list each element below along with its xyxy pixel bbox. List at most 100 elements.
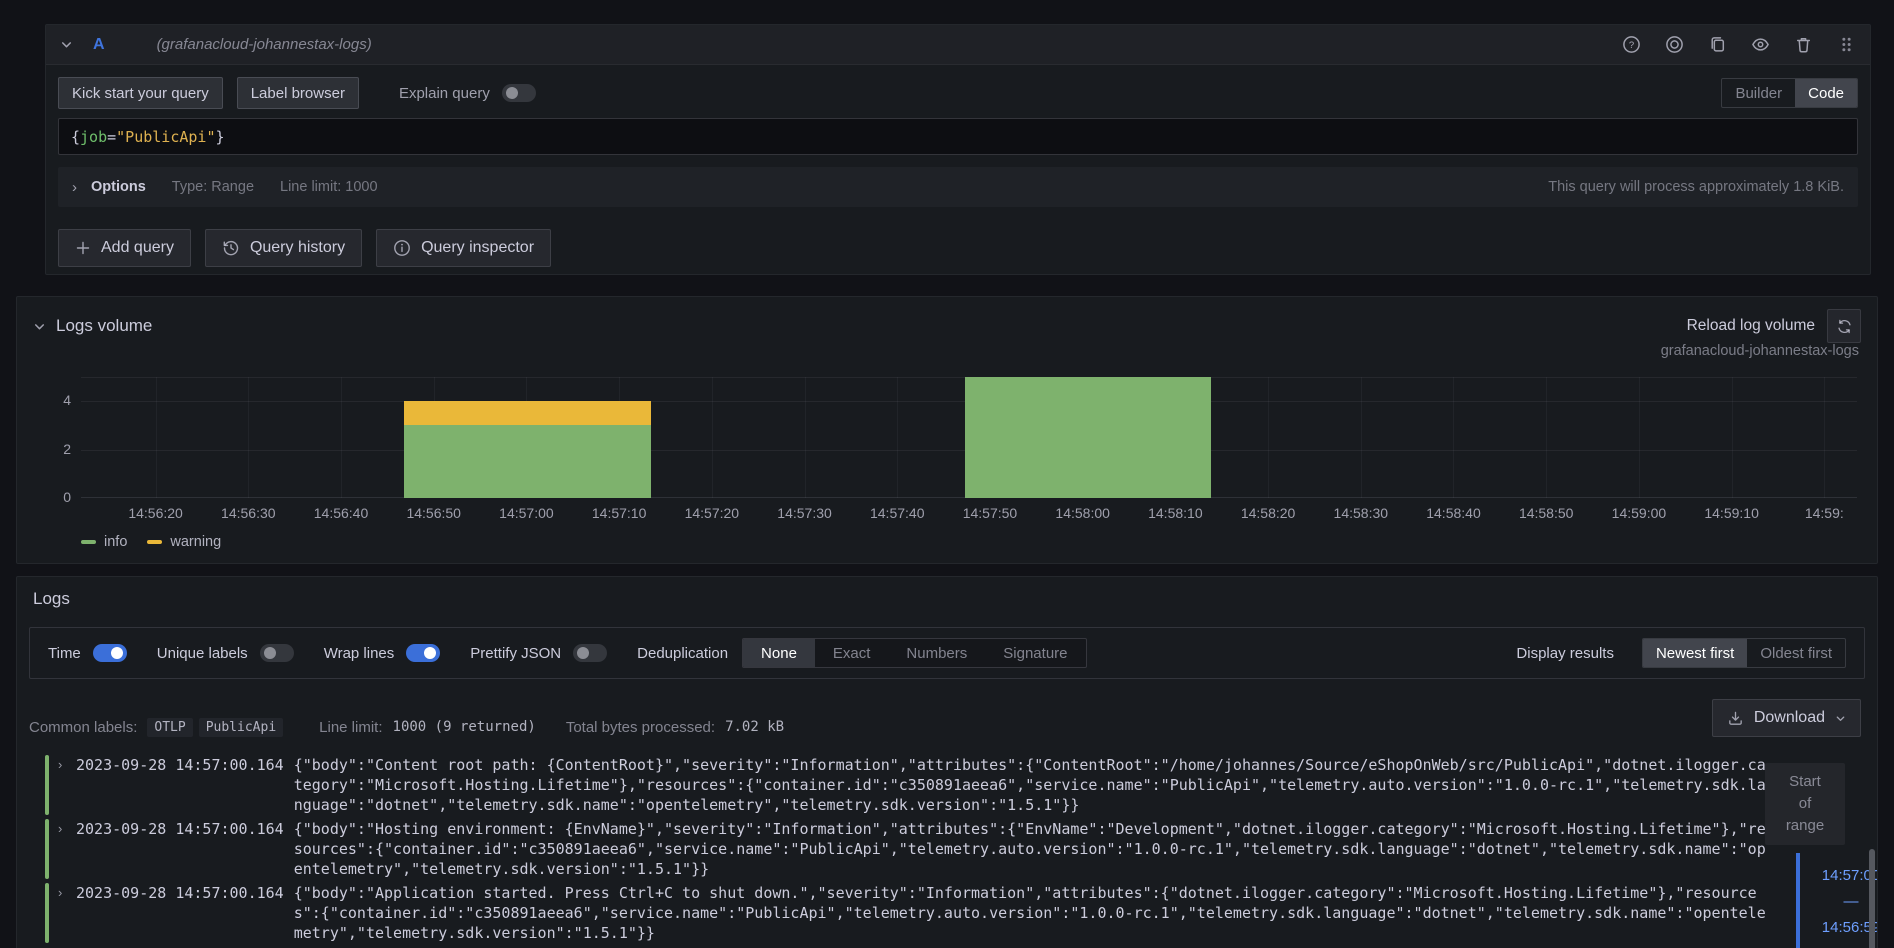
x-tick-label: 14:58:30 <box>1334 505 1389 521</box>
trash-icon[interactable] <box>1794 35 1813 54</box>
sort-order-group[interactable]: Newest firstOldest first <box>1642 638 1846 668</box>
query-inspector-button[interactable]: Query inspector <box>376 229 551 267</box>
query-size-estimate: This query will process approximately 1.… <box>1548 179 1844 195</box>
line-limit-value: 1000 (9 returned) <box>393 719 536 735</box>
common-labels-chips: OTLPPublicApi <box>147 718 289 737</box>
dedup-option-numbers[interactable]: Numbers <box>888 639 985 667</box>
deduplication-group[interactable]: NoneExactNumbersSignature <box>742 638 1086 668</box>
logs-scrollbar[interactable] <box>1869 849 1875 948</box>
logs-volume-title[interactable]: Logs volume <box>56 316 152 336</box>
x-tick-label: 14:59:00 <box>1612 505 1667 521</box>
display-results-label: Display results <box>1516 645 1614 662</box>
y-tick-label: 2 <box>45 441 71 457</box>
x-tick-label: 14:58:00 <box>1055 505 1110 521</box>
range-times: 14:57:00 — 14:56:59 <box>1805 863 1878 941</box>
eye-icon[interactable] <box>1751 35 1770 54</box>
chevron-right-icon[interactable]: › <box>72 179 77 196</box>
line-limit-label: Line limit: <box>319 719 382 736</box>
unique-labels-toggle[interactable] <box>260 644 294 662</box>
log-level-bar <box>45 755 49 815</box>
mode-option-builder[interactable]: Builder <box>1722 79 1795 107</box>
chevron-right-icon[interactable]: › <box>58 755 76 815</box>
x-tick-label: 14:57:40 <box>870 505 925 521</box>
sort-option-oldest-first[interactable]: Oldest first <box>1747 639 1845 667</box>
query-ref-id[interactable]: A <box>93 36 105 54</box>
gridline-v <box>805 377 806 498</box>
log-row[interactable]: ›2023-09-28 14:57:00.164{"body":"Hosting… <box>45 819 1767 879</box>
copy-icon[interactable] <box>1708 35 1727 54</box>
record-icon[interactable] <box>1665 35 1684 54</box>
bar-segment-warning <box>404 401 651 425</box>
query-inspector-label: Query inspector <box>421 239 534 257</box>
gridline-v <box>1453 377 1454 498</box>
query-options-bar[interactable]: › Options Type: Range Line limit: 1000 T… <box>58 167 1858 207</box>
add-query-label: Add query <box>101 239 174 257</box>
help-icon[interactable]: ? <box>1622 35 1641 54</box>
chart-y-axis: 024 <box>45 377 71 498</box>
kick-start-query-button[interactable]: Kick start your query <box>58 77 223 109</box>
common-label-chip: PublicApi <box>199 718 283 737</box>
range-from-time[interactable]: 14:57:00 <box>1805 863 1878 889</box>
log-level-bar <box>45 883 49 943</box>
log-row[interactable]: ›2023-09-28 14:57:00.164{"body":"Applica… <box>45 883 1767 943</box>
options-line-limit: Line limit: 1000 <box>280 179 378 195</box>
legend-item-warning[interactable]: warning <box>147 534 221 550</box>
svg-text:?: ? <box>1629 40 1634 51</box>
chevron-right-icon[interactable]: › <box>58 819 76 879</box>
bar-segment-info <box>965 377 1210 498</box>
logs-meta-row: Common labels: OTLPPublicApi Line limit:… <box>29 707 784 747</box>
gridline-v <box>1824 377 1825 498</box>
refresh-button[interactable] <box>1827 309 1861 343</box>
mode-option-code[interactable]: Code <box>1795 79 1857 107</box>
sort-option-newest-first[interactable]: Newest first <box>1643 639 1747 667</box>
query-token-close: } <box>216 128 225 146</box>
bytes-processed-value: 7.02 kB <box>725 719 784 735</box>
dedup-option-exact[interactable]: Exact <box>815 639 889 667</box>
legend-item-info[interactable]: info <box>81 534 127 550</box>
gridline-v <box>1639 377 1640 498</box>
y-tick-label: 4 <box>45 392 71 408</box>
log-row[interactable]: ›2023-09-28 14:57:00.164{"body":"Content… <box>45 755 1767 815</box>
datasource-name: (grafanacloud-johannestax-logs) <box>157 36 372 53</box>
y-tick-label: 0 <box>45 489 71 505</box>
query-code-input[interactable]: {job="PublicApi"} <box>58 118 1858 155</box>
volume-bar[interactable] <box>965 377 1210 498</box>
logs-volume-chart: 024 14:56:2014:56:3014:56:4014:56:5014:5… <box>45 377 1857 550</box>
explain-query-toggle[interactable] <box>502 84 536 102</box>
reload-log-volume-button[interactable]: Reload log volume <box>1687 317 1815 335</box>
query-token-open: { <box>71 128 80 146</box>
log-line-text: {"body":"Application started. Press Ctrl… <box>294 883 1767 943</box>
log-timestamp: 2023-09-28 14:57:00.164 <box>76 883 284 943</box>
log-timestamp: 2023-09-28 14:57:00.164 <box>76 755 284 815</box>
range-scroll-bar[interactable] <box>1796 853 1800 948</box>
grip-icon[interactable] <box>1837 35 1856 54</box>
x-tick-label: 14:58:50 <box>1519 505 1574 521</box>
add-query-button[interactable]: Add query <box>58 229 191 267</box>
chevron-down-icon[interactable] <box>33 320 46 333</box>
x-tick-label: 14:57:10 <box>592 505 647 521</box>
time-toggle[interactable] <box>93 644 127 662</box>
logs-panel: Logs TimeUnique labelsWrap linesPrettify… <box>16 576 1878 948</box>
bytes-processed-label: Total bytes processed: <box>566 719 715 736</box>
query-row-header: A (grafanacloud-johannestax-logs) ? <box>46 25 1870 65</box>
dedup-option-none[interactable]: None <box>743 639 815 667</box>
volume-bar[interactable] <box>404 401 651 498</box>
x-tick-label: 14:56:40 <box>314 505 369 521</box>
chevron-down-icon[interactable] <box>60 38 73 51</box>
dedup-option-signature[interactable]: Signature <box>985 639 1085 667</box>
chevron-right-icon[interactable]: › <box>58 883 76 943</box>
label-browser-button[interactable]: Label browser <box>237 77 359 109</box>
bar-segment-info <box>404 425 651 498</box>
wrap-lines-toggle[interactable] <box>406 644 440 662</box>
log-timestamp: 2023-09-28 14:57:00.164 <box>76 819 284 879</box>
gridline-v <box>1361 377 1362 498</box>
chart-plot-area[interactable] <box>81 377 1857 498</box>
x-tick-label: 14:56:30 <box>221 505 276 521</box>
builder-code-toggle[interactable]: BuilderCode <box>1721 78 1858 108</box>
prettify-json-toggle[interactable] <box>573 644 607 662</box>
x-tick-label: 14:57:20 <box>685 505 740 521</box>
toggle-label: Time <box>48 645 81 662</box>
range-to-time[interactable]: 14:56:59 <box>1805 915 1878 941</box>
download-button[interactable]: Download <box>1712 699 1861 737</box>
query-history-button[interactable]: Query history <box>205 229 362 267</box>
